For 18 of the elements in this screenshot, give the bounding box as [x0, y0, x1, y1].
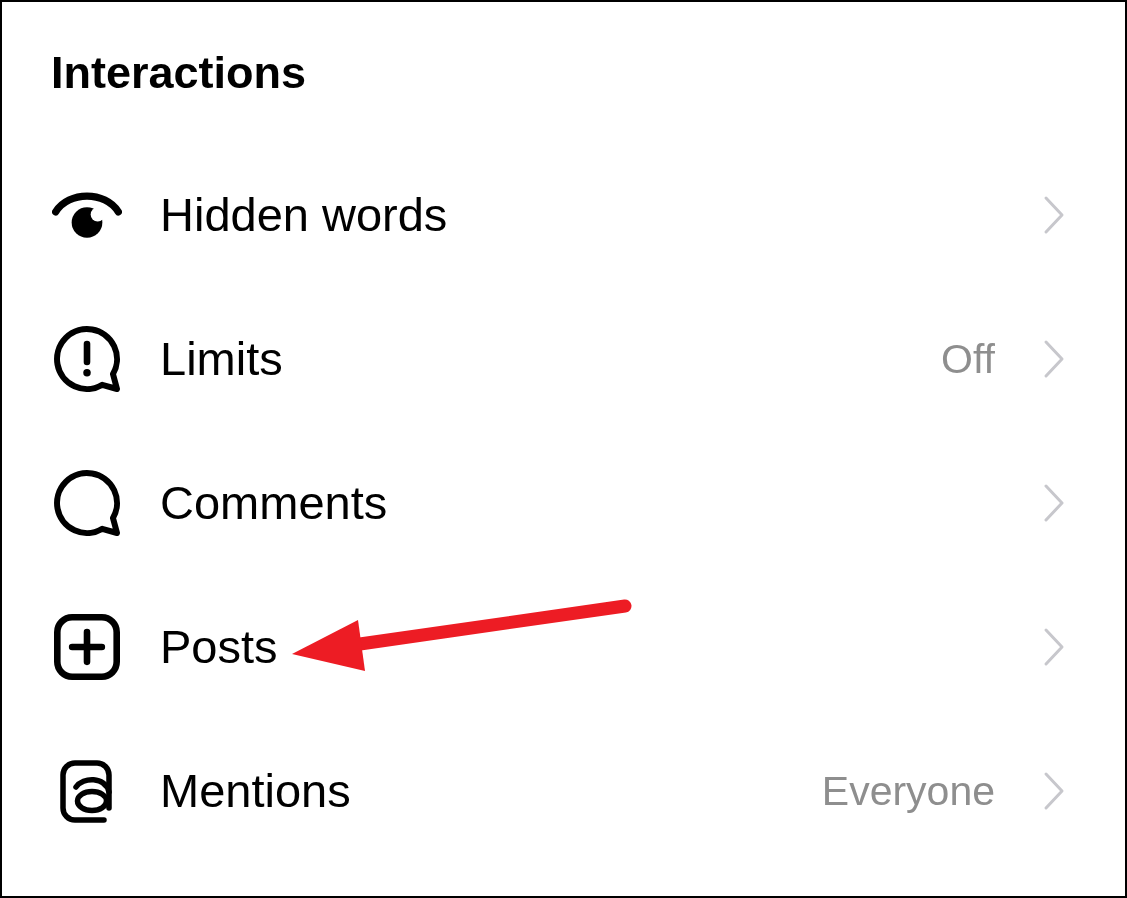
setting-value: Everyone	[821, 767, 995, 816]
at-sign-icon	[59, 758, 115, 824]
chevron-right-icon	[1043, 339, 1065, 379]
chevron-right-icon	[1043, 771, 1065, 811]
section-title: Interactions	[51, 46, 307, 100]
speech-bubble-icon	[54, 470, 120, 536]
half-eye-icon	[52, 191, 122, 239]
menu-item[interactable]: Comments	[160, 475, 388, 531]
menu-item[interactable]: Hidden words	[160, 187, 448, 243]
chevron-right-icon	[1043, 627, 1065, 667]
chevron-right-icon	[1043, 483, 1065, 523]
menu-item[interactable]: Posts	[160, 619, 278, 675]
setting-value: Off	[941, 335, 995, 384]
menu-item[interactable]: Mentions	[160, 763, 351, 819]
menu-item[interactable]: Limits	[160, 331, 283, 387]
plus-square-icon	[54, 614, 120, 680]
chevron-right-icon	[1043, 195, 1065, 235]
alert-speech-bubble-icon	[54, 326, 120, 392]
